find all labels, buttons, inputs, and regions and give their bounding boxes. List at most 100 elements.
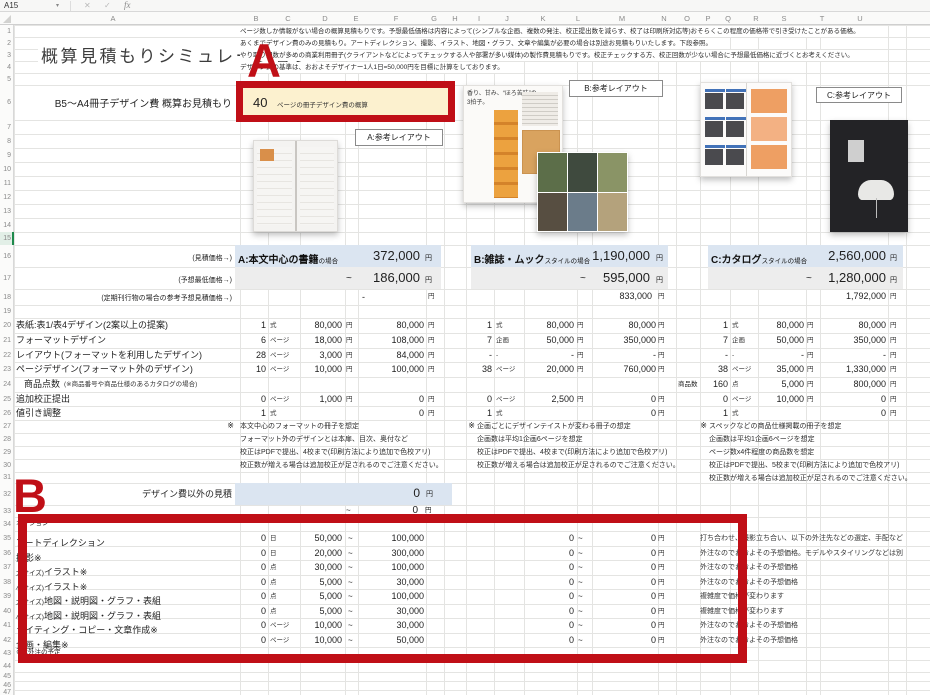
- qty-cell[interactable]: 7: [702, 336, 728, 345]
- max-price-cell[interactable]: 300,000: [362, 549, 424, 558]
- column-header[interactable]: A: [110, 15, 115, 23]
- select-all-corner[interactable]: [3, 15, 11, 23]
- plan-b-estimate[interactable]: 1,190,000: [576, 248, 650, 263]
- min-price-cell[interactable]: 30,000: [300, 563, 342, 572]
- max-price-cell[interactable]: 30,000: [362, 621, 424, 630]
- unit-price-cell[interactable]: 10,000: [762, 395, 804, 404]
- qty-cell[interactable]: 38: [466, 365, 492, 374]
- row-header[interactable]: 43: [0, 647, 12, 660]
- row-header[interactable]: 37: [0, 560, 12, 575]
- row-header[interactable]: 4: [0, 61, 12, 73]
- unit-price-cell[interactable]: 50,000: [762, 336, 804, 345]
- column-header[interactable]: J: [505, 15, 509, 23]
- row-header[interactable]: 33: [0, 505, 12, 517]
- column-header[interactable]: O: [684, 15, 690, 23]
- max-price-cell[interactable]: 100,000: [362, 563, 424, 572]
- qty-cell[interactable]: 0: [240, 621, 266, 630]
- unit-price-cell[interactable]: 2,500: [532, 395, 574, 404]
- row-header[interactable]: 14: [0, 218, 12, 232]
- row-header[interactable]: 1: [0, 25, 12, 37]
- column-header[interactable]: E: [353, 15, 358, 23]
- row-header[interactable]: 42: [0, 633, 12, 647]
- row-header[interactable]: 19: [0, 305, 12, 318]
- column-header[interactable]: L: [576, 15, 580, 23]
- unit-price-cell[interactable]: 80,000: [532, 321, 574, 330]
- row-header[interactable]: 41: [0, 618, 12, 633]
- qty-cell[interactable]: 1: [466, 409, 492, 418]
- unit-price-cell[interactable]: -: [532, 351, 574, 360]
- qty-cell[interactable]: 7: [466, 336, 492, 345]
- unit-price-cell[interactable]: 1,000: [300, 395, 342, 404]
- column-header[interactable]: B: [253, 15, 258, 23]
- qty-cell[interactable]: 0: [240, 607, 266, 616]
- column-header[interactable]: K: [540, 15, 545, 23]
- row-header[interactable]: 5: [0, 73, 12, 85]
- column-header[interactable]: I: [478, 15, 480, 23]
- row-header[interactable]: 24: [0, 377, 12, 392]
- row-header[interactable]: 31: [0, 472, 12, 483]
- plan-a-minimum[interactable]: 186,000: [340, 270, 420, 285]
- row-header[interactable]: 3: [0, 49, 12, 61]
- column-header[interactable]: C: [285, 15, 290, 23]
- min-price-cell[interactable]: 5,000: [300, 607, 342, 616]
- qty-cell[interactable]: 0: [240, 578, 266, 587]
- max-price-cell[interactable]: 30,000: [362, 607, 424, 616]
- row-header[interactable]: 16: [0, 245, 12, 267]
- row-header[interactable]: 7: [0, 120, 12, 134]
- plan-c-estimate[interactable]: 2,560,000: [806, 248, 886, 263]
- unit-price-cell[interactable]: 50,000: [532, 336, 574, 345]
- qty-cell[interactable]: 1: [466, 321, 492, 330]
- unit-price-cell[interactable]: 20,000: [532, 365, 574, 374]
- row-header[interactable]: 32: [0, 483, 12, 505]
- column-header[interactable]: H: [452, 15, 457, 23]
- qty-cell[interactable]: 0: [240, 592, 266, 601]
- row-header[interactable]: 23: [0, 362, 12, 377]
- row-header[interactable]: 44: [0, 660, 12, 672]
- column-header[interactable]: T: [820, 15, 825, 23]
- plan-c-minimum[interactable]: 1,280,000: [806, 270, 886, 285]
- row-header[interactable]: 15: [0, 232, 12, 245]
- max-price-cell[interactable]: 50,000: [362, 636, 424, 645]
- unit-price-cell[interactable]: 80,000: [300, 321, 342, 330]
- unit-price-cell[interactable]: 5,000: [762, 380, 804, 389]
- min-price-cell[interactable]: 50,000: [300, 534, 342, 543]
- plan-a-estimate[interactable]: 372,000: [340, 248, 420, 263]
- qty-cell[interactable]: 0: [466, 395, 492, 404]
- qty-cell[interactable]: 10: [240, 365, 266, 374]
- cancel-entry-icon[interactable]: ✕: [84, 2, 91, 10]
- qty-cell[interactable]: 1: [240, 409, 266, 418]
- unit-price-cell[interactable]: 10,000: [300, 365, 342, 374]
- max-price-cell[interactable]: 30,000: [362, 578, 424, 587]
- cell-name-box[interactable]: A15: [4, 2, 18, 10]
- qty-cell[interactable]: -: [466, 351, 492, 360]
- unit-price-cell[interactable]: 80,000: [762, 321, 804, 330]
- page-count-value[interactable]: 40: [253, 95, 267, 110]
- unit-price-cell[interactable]: 3,000: [300, 351, 342, 360]
- min-price-cell[interactable]: 10,000: [300, 636, 342, 645]
- column-header[interactable]: S: [781, 15, 786, 23]
- row-header[interactable]: 36: [0, 546, 12, 560]
- qty-cell[interactable]: 0: [240, 636, 266, 645]
- row-header[interactable]: 6: [0, 85, 12, 120]
- row-header[interactable]: 21: [0, 333, 12, 348]
- qty-cell[interactable]: 0: [240, 563, 266, 572]
- column-header[interactable]: D: [322, 15, 327, 23]
- column-header[interactable]: R: [753, 15, 758, 23]
- row-header[interactable]: 28: [0, 433, 12, 446]
- qty-cell[interactable]: 0: [702, 395, 728, 404]
- column-header[interactable]: F: [394, 15, 399, 23]
- max-price-cell[interactable]: 100,000: [362, 534, 424, 543]
- row-header[interactable]: 22: [0, 348, 12, 362]
- qty-cell[interactable]: 28: [240, 351, 266, 360]
- row-header[interactable]: 39: [0, 589, 12, 604]
- min-price-cell[interactable]: 10,000: [300, 621, 342, 630]
- row-header[interactable]: 12: [0, 190, 12, 204]
- column-header[interactable]: U: [857, 15, 862, 23]
- row-header[interactable]: 25: [0, 392, 12, 406]
- row-header[interactable]: 45: [0, 672, 12, 681]
- qty-cell[interactable]: 1: [702, 409, 728, 418]
- qty-cell[interactable]: 1: [240, 321, 266, 330]
- name-box-caret-icon[interactable]: ▾: [56, 3, 59, 9]
- confirm-entry-icon[interactable]: ✓: [104, 2, 111, 10]
- row-header[interactable]: 20: [0, 318, 12, 333]
